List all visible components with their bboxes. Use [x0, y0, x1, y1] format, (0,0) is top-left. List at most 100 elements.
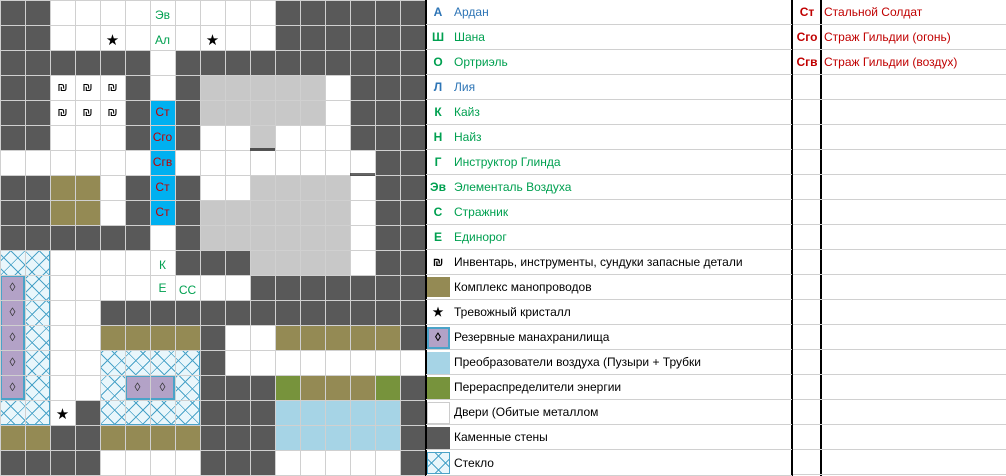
stone-wall — [50, 50, 150, 75]
enemy-code: Сго — [796, 30, 818, 44]
cement-area — [200, 200, 250, 250]
legend-label: Элементаль Воздуха — [454, 180, 572, 194]
legend-label: Найз — [454, 130, 482, 144]
inventory-icon: ₪ — [57, 105, 68, 119]
energy-redistributor — [275, 375, 300, 400]
legend-code — [426, 450, 450, 475]
cement-area — [250, 125, 275, 150]
legend-code: Ш — [431, 30, 445, 44]
enemy-row-empty — [793, 450, 1006, 475]
legend-row: О Ортриэль — [426, 50, 792, 75]
legend-code: ★ — [432, 305, 444, 319]
door — [250, 148, 275, 151]
storage-crystal-icon: ◊ — [134, 380, 141, 394]
stone-wall — [400, 375, 426, 476]
legend-label: Тревожный кристалл — [454, 305, 571, 319]
stone-wall — [0, 175, 50, 250]
stone-wall — [200, 250, 250, 275]
mana-pipes — [100, 325, 200, 350]
legend-row: ★ Тревожный кристалл — [426, 300, 792, 325]
steel-soldier-label: Ст — [155, 180, 170, 194]
stone-wall — [375, 150, 426, 350]
stone-wall — [125, 175, 150, 225]
legend-label: Инструктор Глинда — [454, 155, 561, 169]
legend-label: Стражник — [454, 205, 509, 219]
enemy-row-empty — [793, 400, 1006, 425]
legend-label: Преобразователи воздуха (Пузыри + Трубки — [454, 355, 701, 369]
enemy-row-empty — [793, 75, 1006, 100]
legend-label: Единорог — [454, 230, 507, 244]
legend-row: Н Найз — [426, 125, 792, 150]
legend-code: ₪ — [432, 255, 444, 269]
stone-wall — [350, 0, 426, 150]
legend-code: А — [433, 5, 443, 19]
enemy-row-empty — [793, 300, 1006, 325]
legend-row: Эв Элементаль Воздуха — [426, 175, 792, 200]
legend-row: Преобразователи воздуха (Пузыри + Трубки — [426, 350, 792, 375]
air-elemental-label: Эв — [155, 8, 170, 22]
storage-crystal-icon: ◊ — [9, 355, 16, 369]
inventory-icon: ₪ — [82, 105, 93, 119]
enemy-row-empty — [793, 250, 1006, 275]
legend-code — [426, 425, 450, 449]
legend-label: Шана — [454, 30, 485, 44]
legend-label: Инвентарь, инструменты, сундуки запасные… — [454, 255, 743, 269]
mana-pipes — [100, 425, 200, 450]
energy-redistributor — [375, 375, 400, 400]
storage-crystal-icon: ◊ — [9, 305, 16, 319]
cement-area — [200, 75, 325, 125]
storage-crystal-icon: ◊ — [9, 380, 16, 394]
enemy-code: Сгв — [796, 55, 818, 69]
legend-label: Перераспределители энергии — [454, 380, 622, 394]
dungeon-map: Эв Ал Ст Сго Сгв Ст Ст К Е СС ★ ★ ★ ₪ ₪ … — [0, 0, 426, 476]
alarm-crystal-icon: ★ — [105, 32, 120, 49]
enemy-row-empty — [793, 275, 1006, 300]
inventory-icon: ₪ — [82, 80, 93, 94]
legend-label: Каменные стены — [454, 430, 548, 444]
legend-code: О — [433, 55, 443, 69]
legend-code: Е — [433, 230, 442, 244]
legend-row: Каменные стены — [426, 425, 792, 450]
legend-code — [426, 400, 450, 424]
alarm-crystal-icon: ★ — [55, 406, 70, 423]
legend-row: ₪ Инвентарь, инструменты, сундуки запасны… — [426, 250, 792, 275]
legend-code: Г — [434, 155, 442, 169]
inventory-icon: ₪ — [107, 80, 118, 94]
air-guard-label: Сгв — [152, 155, 173, 169]
legend-row: А Ардан — [426, 0, 792, 25]
legend-code: Эв — [430, 180, 446, 194]
stone-wall — [50, 225, 150, 250]
stone-wall — [175, 75, 200, 150]
legend-row: Перераспределители энергии — [426, 375, 792, 400]
legend-code — [426, 275, 450, 299]
legend-code: ◊ — [435, 330, 441, 344]
legend-row: Стекло — [426, 450, 792, 476]
stone-wall — [100, 300, 225, 325]
storage-crystal-icon: ◊ — [9, 280, 16, 294]
inventory-icon: ₪ — [57, 80, 68, 94]
legend-label: Резервные манахранилища — [454, 330, 610, 344]
steel-soldier-label: Ст — [155, 105, 170, 119]
stone-wall — [50, 425, 100, 476]
enemy-row-empty — [793, 350, 1006, 375]
legend-code: К — [434, 105, 442, 119]
storage-crystal-icon: ◊ — [159, 380, 166, 394]
legend-label: Стекло — [454, 455, 494, 470]
enemy-row-empty — [793, 100, 1006, 125]
stone-wall — [275, 0, 350, 50]
legend-row: Комплекс манопроводов — [426, 275, 792, 300]
stone-wall — [225, 375, 275, 476]
kayz-label: К — [159, 258, 166, 272]
enemy-row-empty — [793, 125, 1006, 150]
legend-label: Двери (Обитые металлом — [454, 405, 599, 419]
legend-code — [426, 375, 450, 399]
legend-label: Ардан — [454, 5, 489, 19]
legend-label: Кайз — [454, 105, 480, 119]
air-converter — [275, 400, 400, 450]
stone-wall — [125, 75, 150, 150]
inventory-icon: ₪ — [107, 105, 118, 119]
enemy-code: Ст — [799, 5, 815, 19]
enemy-row-empty — [793, 375, 1006, 400]
enemy-row-empty — [793, 425, 1006, 450]
enemy-row-empty — [793, 150, 1006, 175]
